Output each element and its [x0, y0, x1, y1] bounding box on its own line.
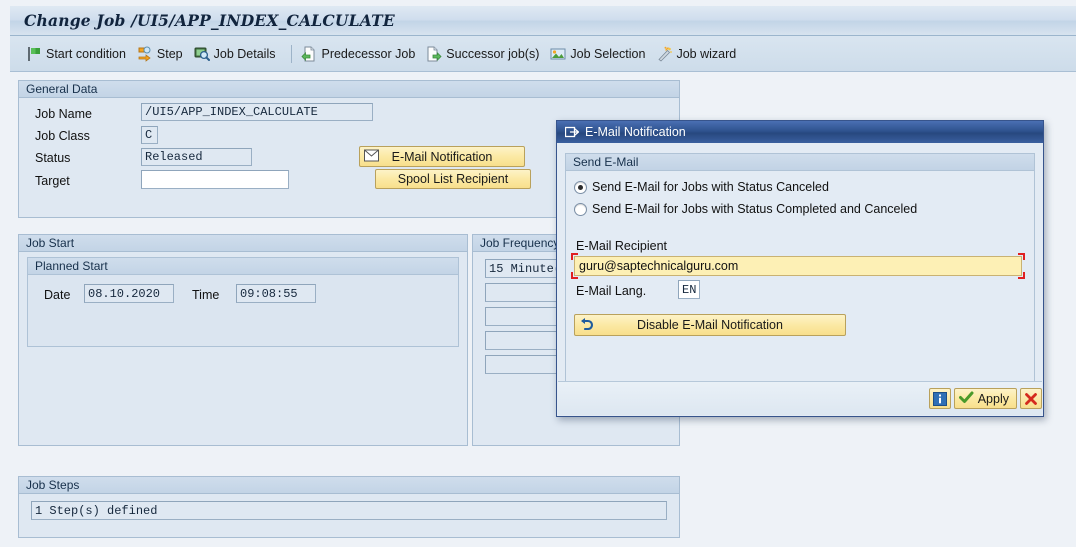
- sap-gui-window: Change Job /UI5/APP_INDEX_CALCULATE Star…: [0, 0, 1076, 547]
- toolbar-button-step[interactable]: Step: [135, 42, 192, 66]
- job-name-label: Job Name: [35, 107, 92, 121]
- radio-button-icon: [574, 202, 587, 216]
- successor-job-icon: [426, 46, 442, 62]
- window-title-bar: Change Job /UI5/APP_INDEX_CALCULATE: [10, 6, 1076, 36]
- radio-label: Send E-Mail for Jobs with Status Cancele…: [592, 180, 829, 194]
- email-recipient-value: guru@saptechnicalguru.com: [579, 259, 739, 273]
- toolbar-label: Step: [156, 46, 183, 61]
- general-data-header: General Data: [19, 81, 679, 98]
- page-title: Change Job /UI5/APP_INDEX_CALCULATE: [24, 11, 395, 30]
- job-name-field[interactable]: /UI5/APP_INDEX_CALCULATE: [141, 103, 373, 121]
- focus-corner-top-left: [571, 253, 578, 260]
- email-recipient-label: E-Mail Recipient: [576, 239, 668, 253]
- disable-email-notification-label: Disable E-Mail Notification: [637, 318, 783, 332]
- predecessor-job-icon: [301, 46, 317, 62]
- time-label: Time: [192, 288, 220, 302]
- time-field[interactable]: 09:08:55: [236, 284, 316, 303]
- email-notification-dialog: E-Mail Notification Send E-Mail Send E-M…: [556, 120, 1044, 417]
- toolbar-label: Job Selection: [570, 46, 646, 61]
- envelope-icon: [364, 149, 379, 164]
- green-check-icon: [959, 391, 974, 407]
- radio-label: Send E-Mail for Jobs with Status Complet…: [592, 202, 918, 216]
- spool-list-recipient-button[interactable]: Spool List Recipient: [375, 169, 531, 189]
- toolbar-button-job-details[interactable]: Job Details: [192, 42, 285, 66]
- info-button[interactable]: [929, 388, 951, 409]
- step-icon: [137, 46, 153, 62]
- dialog-export-icon: [565, 126, 579, 138]
- close-button[interactable]: [1020, 388, 1042, 409]
- status-label: Status: [35, 151, 71, 165]
- target-field[interactable]: [141, 170, 289, 189]
- toolbar-label: Start condition: [46, 46, 126, 61]
- radio-status-canceled[interactable]: Send E-Mail for Jobs with Status Cancele…: [574, 180, 829, 194]
- flag-icon: [26, 46, 42, 62]
- job-class-label: Job Class: [35, 129, 90, 143]
- toolbar-label: Predecessor Job: [321, 46, 416, 61]
- toolbar-label: Job Details: [213, 46, 276, 61]
- toolbar-label: Job wizard: [676, 46, 737, 61]
- focus-corner-top-right: [1018, 253, 1025, 260]
- dialog-body: Send E-Mail Send E-Mail for Jobs with St…: [557, 143, 1043, 416]
- apply-button[interactable]: Apply: [954, 388, 1017, 409]
- email-recipient-input[interactable]: guru@saptechnicalguru.com: [571, 253, 1025, 279]
- radio-button-icon: [574, 180, 587, 194]
- toolbar-button-successor-jobs[interactable]: Successor job(s): [424, 42, 548, 66]
- toolbar-button-start-condition[interactable]: Start condition: [24, 42, 135, 66]
- job-start-header: Job Start: [19, 235, 467, 252]
- job-steps-group: Job Steps 1 Step(s) defined: [18, 476, 680, 538]
- email-language-label: E-Mail Lang.: [576, 284, 647, 298]
- disable-email-notification-button[interactable]: Disable E-Mail Notification: [574, 314, 846, 336]
- toolbar-separator: [291, 44, 293, 63]
- dialog-footer: Apply: [558, 381, 1042, 415]
- job-start-group: Job Start Planned Start Date 08.10.2020 …: [18, 234, 468, 446]
- target-label: Target: [35, 174, 70, 188]
- red-x-icon: [1024, 392, 1038, 406]
- toolbar-label: Successor job(s): [446, 46, 540, 61]
- undo-icon: [579, 317, 594, 333]
- email-notification-button[interactable]: E-Mail Notification: [359, 146, 525, 167]
- apply-label: Apply: [977, 391, 1009, 406]
- job-steps-header: Job Steps: [19, 477, 679, 494]
- dialog-title-label: E-Mail Notification: [585, 125, 686, 139]
- focus-corner-bottom-left: [571, 272, 578, 279]
- radio-status-completed-and-canceled[interactable]: Send E-Mail for Jobs with Status Complet…: [574, 202, 917, 216]
- status-field: Released: [141, 148, 252, 166]
- info-icon: [933, 391, 947, 406]
- send-email-header: Send E-Mail: [566, 154, 1034, 171]
- spool-list-recipient-label: Spool List Recipient: [397, 172, 509, 186]
- toolbar-button-predecessor-job[interactable]: Predecessor Job: [299, 42, 424, 66]
- send-email-panel: Send E-Mail Send E-Mail for Jobs with St…: [565, 153, 1035, 383]
- job-selection-icon: [550, 46, 566, 62]
- email-notification-label: E-Mail Notification: [391, 149, 493, 164]
- focus-corner-bottom-right: [1018, 272, 1025, 279]
- toolbar-button-job-selection[interactable]: Job Selection: [548, 42, 654, 66]
- planned-start-header: Planned Start: [28, 258, 458, 275]
- job-class-field[interactable]: C: [141, 126, 158, 144]
- job-steps-field: 1 Step(s) defined: [31, 501, 667, 520]
- email-language-field[interactable]: EN: [678, 280, 700, 299]
- dialog-title-bar[interactable]: E-Mail Notification: [557, 121, 1043, 143]
- date-label: Date: [44, 288, 71, 302]
- date-field[interactable]: 08.10.2020: [84, 284, 174, 303]
- application-toolbar: Start condition Step Job Details Predece…: [10, 36, 1076, 72]
- wizard-wand-icon: [656, 46, 673, 62]
- planned-start-subgroup: Planned Start Date 08.10.2020 Time 09:08…: [27, 257, 459, 347]
- magnifier-screen-icon: [194, 46, 210, 62]
- toolbar-button-job-wizard[interactable]: Job wizard: [654, 42, 745, 66]
